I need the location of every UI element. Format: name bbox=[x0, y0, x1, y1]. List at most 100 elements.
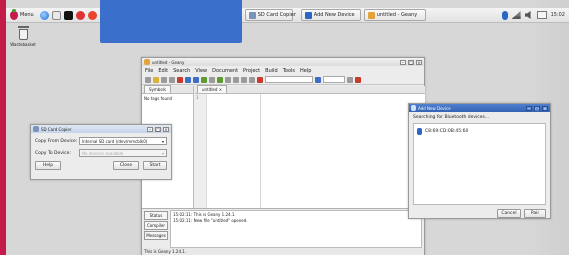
start-button[interactable]: Start bbox=[143, 161, 167, 170]
menu-project[interactable]: Project bbox=[243, 68, 260, 74]
raspberry-logo-icon bbox=[10, 8, 18, 20]
tab-compiler[interactable]: Compiler bbox=[144, 221, 168, 230]
open-file-icon[interactable] bbox=[153, 76, 159, 83]
copy-from-label: Copy From Device: bbox=[35, 138, 78, 144]
bluetooth-icon bbox=[411, 105, 416, 111]
tab-messages[interactable]: Messages bbox=[144, 231, 168, 240]
file-manager-icon[interactable] bbox=[51, 10, 61, 20]
message-window: Status Compiler Messages 15:02:11: This … bbox=[142, 208, 424, 248]
copy-from-row: Copy From Device: Internal SD card (/dev… bbox=[35, 137, 171, 145]
tab-symbols[interactable]: Symbols bbox=[144, 85, 171, 93]
close-file-icon[interactable] bbox=[177, 76, 183, 83]
forward-arrow-icon[interactable] bbox=[193, 76, 199, 83]
close-button[interactable]: × bbox=[416, 59, 422, 65]
minimize-button[interactable]: – bbox=[147, 126, 153, 132]
save-all-icon[interactable] bbox=[169, 76, 175, 83]
window-title: SD Card Copier bbox=[41, 126, 72, 132]
web-browser-icon[interactable] bbox=[39, 10, 49, 20]
build-icon[interactable] bbox=[209, 76, 215, 83]
volume-icon[interactable] bbox=[524, 11, 531, 19]
zoom-out-icon[interactable] bbox=[241, 76, 247, 83]
help-button[interactable]: Help bbox=[35, 161, 61, 170]
save-icon[interactable] bbox=[161, 76, 167, 83]
menu-search[interactable]: Search bbox=[173, 68, 190, 74]
terminal-icon[interactable] bbox=[63, 10, 73, 20]
system-tray: 15:02 bbox=[501, 10, 565, 20]
quit-icon[interactable] bbox=[355, 76, 361, 83]
add-new-device-window: Add New Device – □ × Searching for Bluet… bbox=[408, 103, 551, 219]
add-device-titlebar[interactable]: Add New Device – □ × bbox=[409, 104, 550, 112]
copy-from-dropdown[interactable]: Internal SD card (/dev/mmcblk0) ▾ bbox=[79, 137, 167, 145]
device-item[interactable]: C8:69:CD:0B:45:60 bbox=[414, 124, 545, 139]
geany-icon bbox=[144, 59, 150, 65]
mathematica-icon[interactable] bbox=[75, 10, 85, 20]
wolfram-icon[interactable] bbox=[87, 10, 97, 20]
doc-tab-label: untitled bbox=[202, 87, 218, 92]
tab-untitled[interactable]: untitled × bbox=[197, 85, 228, 93]
task-label: Add New Device bbox=[313, 12, 355, 18]
task-add-new-device[interactable]: Add New Device bbox=[300, 9, 361, 21]
run-icon[interactable] bbox=[217, 76, 223, 83]
network-icon[interactable] bbox=[511, 11, 521, 19]
menu-button[interactable]: Menu bbox=[8, 8, 36, 21]
device-mac: C8:69:CD:0B:45:60 bbox=[425, 129, 469, 134]
task-label: untitled - Geany bbox=[376, 12, 418, 18]
goto-line-field[interactable] bbox=[323, 76, 345, 83]
maximize-button[interactable]: □ bbox=[155, 126, 161, 132]
sd-copier-titlebar[interactable]: SD Card Copier – □ × bbox=[31, 125, 171, 133]
sd-card-icon bbox=[248, 11, 256, 19]
search-field[interactable] bbox=[265, 76, 313, 83]
cpu-monitor-icon bbox=[536, 11, 547, 19]
tab-status[interactable]: Status bbox=[144, 211, 168, 220]
wastebasket-desktop-icon[interactable]: Wastebasket bbox=[8, 26, 38, 47]
long-line-marker bbox=[260, 94, 261, 208]
menu-build[interactable]: Build bbox=[265, 68, 278, 74]
color-chooser-icon[interactable] bbox=[225, 76, 231, 83]
find-icon[interactable] bbox=[315, 76, 321, 83]
document-tabs: untitled × bbox=[195, 85, 425, 94]
minimize-button[interactable]: – bbox=[526, 105, 532, 111]
maximize-button[interactable]: □ bbox=[534, 105, 540, 111]
menu-document[interactable]: Document bbox=[212, 68, 238, 74]
goto-line-icon[interactable] bbox=[347, 76, 353, 83]
device-list: C8:69:CD:0B:45:60 bbox=[413, 123, 546, 205]
menu-label: Menu bbox=[20, 12, 34, 18]
menu-tools[interactable]: Tools bbox=[283, 68, 295, 74]
close-button[interactable]: × bbox=[163, 126, 169, 132]
sd-card-copier-launcher-icon[interactable] bbox=[99, 0, 242, 43]
message-tabs: Status Compiler Messages bbox=[144, 211, 168, 241]
minimize-button[interactable]: – bbox=[400, 59, 406, 65]
menu-help[interactable]: Help bbox=[300, 68, 311, 74]
maximize-button[interactable]: □ bbox=[408, 59, 414, 65]
log-line: 15:02:11: New file "untitled" opened. bbox=[173, 218, 248, 223]
pair-button[interactable]: Pair bbox=[524, 209, 546, 218]
cancel-button[interactable]: Cancel bbox=[497, 209, 521, 218]
copy-from-value: Internal SD card (/dev/mmcblk0) bbox=[82, 138, 148, 144]
preferences-icon[interactable] bbox=[257, 76, 263, 83]
sidebar-message: No tags found bbox=[144, 96, 173, 101]
back-arrow-icon[interactable] bbox=[185, 76, 191, 83]
bluetooth-device-icon bbox=[417, 128, 422, 135]
compile-icon[interactable] bbox=[201, 76, 207, 83]
menu-edit[interactable]: Edit bbox=[158, 68, 168, 74]
add-device-buttons: Cancel Pair bbox=[413, 209, 546, 218]
close-button[interactable]: Close bbox=[113, 161, 139, 170]
copy-to-dropdown[interactable]: No devices available ▾ bbox=[79, 149, 167, 157]
menu-file[interactable]: File bbox=[145, 68, 153, 74]
task-geany[interactable]: untitled - Geany bbox=[363, 9, 426, 21]
clock[interactable]: 15:02 bbox=[551, 12, 565, 18]
line-number: 1 bbox=[196, 95, 199, 100]
editor-area[interactable]: untitled × 1 bbox=[195, 85, 425, 208]
search-status: Searching for Bluetooth devices... bbox=[413, 115, 490, 120]
indent-icon[interactable] bbox=[249, 76, 255, 83]
bluetooth-tray-icon[interactable] bbox=[501, 10, 508, 20]
status-log[interactable]: 15:02:11: This is Geany 1.24.1. 15:02:11… bbox=[170, 210, 422, 248]
task-sd-card-copier[interactable]: SD Card Copier bbox=[244, 9, 296, 21]
geany-titlebar[interactable]: untitled - Geany – □ × bbox=[142, 58, 424, 66]
geany-icon bbox=[367, 11, 375, 19]
close-button[interactable]: × bbox=[542, 105, 548, 111]
line-number-gutter: 1 bbox=[195, 94, 207, 208]
zoom-in-icon[interactable] bbox=[233, 76, 239, 83]
menu-view[interactable]: View bbox=[195, 68, 207, 74]
new-file-icon[interactable] bbox=[145, 76, 151, 83]
